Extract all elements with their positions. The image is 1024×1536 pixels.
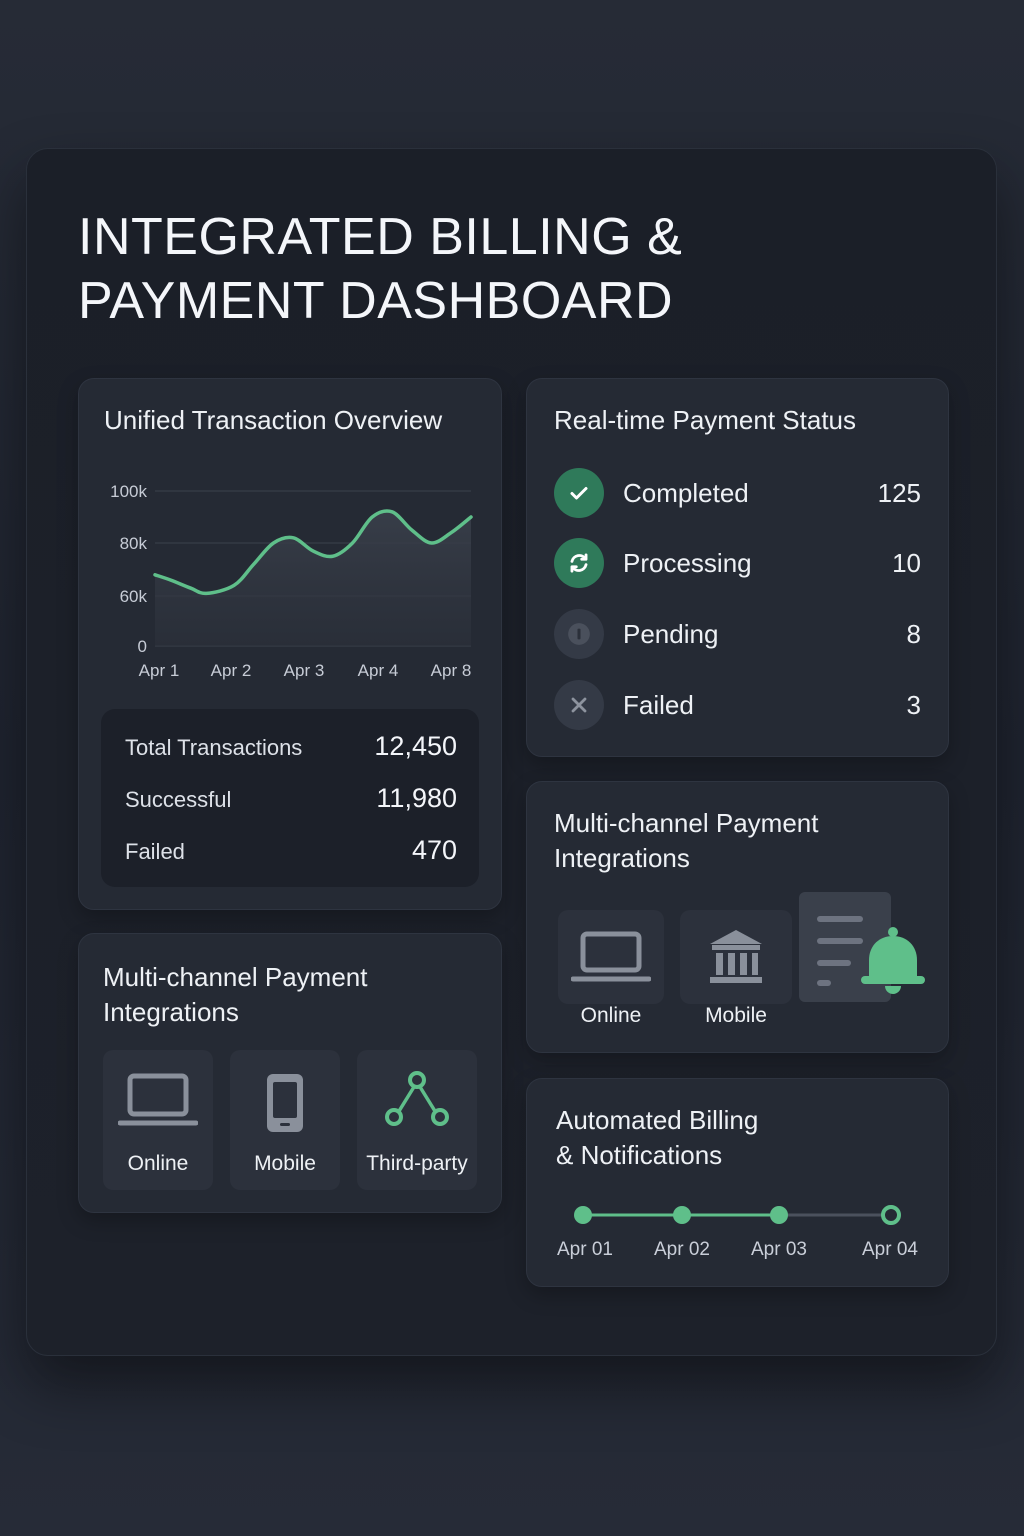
payment-integrations-title: Multi-channel Payment Integrations [554,806,818,876]
bank-icon [680,928,792,986]
channel-tile-mobile[interactable]: Mobile [230,1050,340,1190]
summary-value: 12,450 [374,731,457,761]
title-line: Integrations [103,997,239,1027]
refresh-icon [554,538,604,588]
summary-row-successful: Successful 11,980 [125,779,457,819]
automated-billing-card: Automated Billing & Notifications Apr 01… [526,1078,949,1287]
channel-label: Mobile [254,1152,316,1175]
status-label: Completed [623,478,749,508]
timeline-node-complete[interactable] [673,1206,691,1224]
title-line: Automated Billing [556,1105,759,1135]
transaction-summary: Total Transactions 12,450 Successful 11,… [101,709,479,887]
laptop-icon [103,1072,213,1132]
summary-value: 470 [411,835,457,865]
timeline-node-complete[interactable] [770,1206,788,1224]
pending-icon [554,609,604,659]
x-tick-label: Apr 8 [431,661,472,680]
channel-tile-online[interactable] [558,910,664,1004]
timeline-date: Apr 04 [862,1239,918,1260]
payment-integrations-card: Multi-channel Payment Integrations Onlin… [78,933,502,1213]
page-title: INTEGRATED BILLING & PAYMENT DASHBOARD [78,205,778,333]
payment-integrations-title: Multi-channel Payment Integrations [103,960,367,1030]
channel-tile-third-party[interactable]: Third-party [357,1050,477,1190]
timeline-date: Apr 02 [654,1239,710,1260]
channel-label: Mobile [705,1004,767,1027]
status-row-failed[interactable]: Failed 3 [554,680,921,730]
payment-integrations-card: Multi-channel Payment Integrations Onlin… [526,781,949,1053]
close-icon [554,680,604,730]
y-tick-label: 0 [138,637,147,656]
status-row-pending[interactable]: Pending 8 [554,609,921,659]
timeline-node-complete[interactable] [574,1206,592,1224]
channel-tile-mobile[interactable] [680,910,792,1004]
summary-row-total: Total Transactions 12,450 [125,727,457,767]
status-label: Pending [623,619,719,649]
timeline-node-upcoming[interactable] [881,1205,901,1225]
title-line: Integrations [554,843,690,873]
network-icon [357,1070,477,1132]
automated-billing-title: Automated Billing & Notifications [556,1103,758,1173]
x-tick-label: Apr 4 [358,661,399,680]
status-count: 8 [906,619,921,649]
transaction-overview-card: Unified Transaction Overview 100k 80k 60k 0… [78,378,502,910]
title-line: Multi-channel Payment [103,962,368,992]
timeline-date: Apr 01 [557,1239,613,1260]
y-tick-label: 80k [120,534,148,553]
page-title-line-1: INTEGRATED BILLING & [78,208,683,266]
x-tick-label: Apr 2 [211,661,252,680]
status-label: Processing [623,548,752,578]
billing-timeline [574,1205,901,1225]
chart-area [155,510,471,646]
title-line: Multi-channel Payment [554,808,819,838]
y-tick-label: 60k [120,587,148,606]
mobile-icon [230,1072,340,1134]
summary-value: 11,980 [376,783,457,813]
summary-row-failed: Failed 470 [125,831,457,871]
x-tick-label: Apr 1 [139,661,180,680]
status-row-completed[interactable]: Completed 125 [554,468,921,518]
channel-label: Online [127,1152,189,1175]
status-count: 3 [906,690,921,720]
page-title-line-2: PAYMENT DASHBOARD [78,272,674,330]
channel-label: Online [580,1004,642,1027]
summary-label: Total Transactions [125,735,303,760]
y-tick-label: 100k [110,482,147,501]
summary-label: Successful [125,787,232,812]
channel-label: Third-party [366,1152,468,1175]
notification-document-icon [799,892,929,1004]
channel-tile-online[interactable]: Online [103,1050,213,1190]
check-icon [554,468,604,518]
status-count: 10 [892,548,921,578]
transaction-chart: 100k 80k 60k 0 Apr 1 Apr 2 Apr 3 Apr 4 Apr 8 [110,482,473,680]
status-count: 125 [877,478,921,508]
payment-status-card: Real-time Payment Status Completed 125 P… [526,378,949,757]
title-line: & Notifications [556,1140,723,1170]
laptop-icon [558,928,664,988]
x-tick-label: Apr 3 [284,661,325,680]
status-label: Failed [623,690,694,720]
summary-label: Failed [125,839,185,864]
payment-status-title: Real-time Payment Status [554,405,857,435]
timeline-date: Apr 03 [751,1239,807,1260]
status-row-processing[interactable]: Processing 10 [554,538,921,588]
